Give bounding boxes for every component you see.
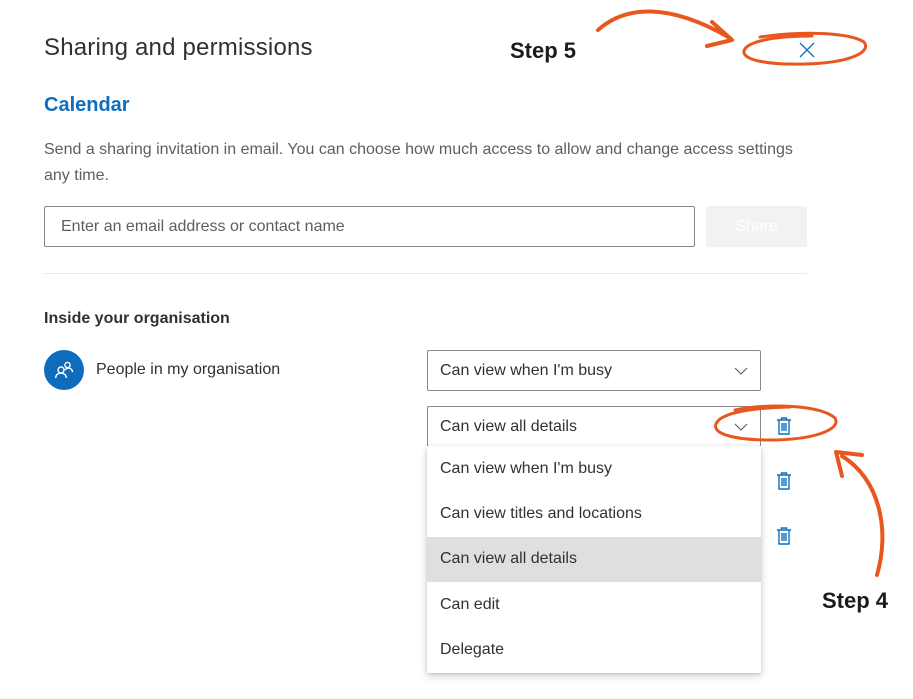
menu-item-edit[interactable]: Can edit bbox=[427, 582, 761, 627]
step4-label: Step 4 bbox=[822, 588, 889, 613]
section-title: Calendar bbox=[44, 94, 130, 116]
delete-button[interactable] bbox=[773, 470, 795, 492]
menu-item-delegate[interactable]: Delegate bbox=[427, 628, 761, 673]
permission-dropdown-open[interactable]: Can view all details bbox=[427, 406, 761, 447]
step5-arrowhead bbox=[705, 20, 734, 48]
divider bbox=[44, 273, 807, 274]
close-icon bbox=[799, 42, 815, 58]
close-button[interactable] bbox=[790, 36, 824, 64]
sharing-description: Send a sharing invitation in email. You … bbox=[44, 141, 793, 184]
step5-label: Step 5 bbox=[510, 38, 577, 63]
step4-arrow bbox=[840, 454, 885, 577]
email-input[interactable] bbox=[44, 206, 695, 247]
panel-title: Sharing and permissions bbox=[44, 34, 313, 61]
chevron-down-icon bbox=[734, 423, 748, 431]
step4-arrowhead bbox=[834, 450, 864, 478]
person-name: People in my organisation bbox=[96, 361, 281, 378]
avatar bbox=[44, 350, 84, 390]
permission-dropdown[interactable]: Can view when I'm busy bbox=[427, 350, 761, 391]
chevron-down-icon bbox=[734, 367, 748, 375]
share-button[interactable]: Share bbox=[706, 206, 807, 247]
menu-item-titles-locations[interactable]: Can view titles and locations bbox=[427, 491, 761, 536]
menu-item-busy[interactable]: Can view when I'm busy bbox=[427, 446, 761, 491]
permission-value: Can view all details bbox=[440, 417, 577, 435]
trash-icon bbox=[777, 472, 791, 490]
permission-value: Can view when I'm busy bbox=[440, 361, 613, 379]
organisation-heading: Inside your organisation bbox=[44, 310, 230, 327]
delete-button[interactable] bbox=[773, 415, 795, 437]
permission-menu: Can view when I'm busy Can view titles a… bbox=[427, 446, 761, 673]
delete-button[interactable] bbox=[773, 525, 795, 547]
step5-arrow bbox=[596, 9, 732, 40]
people-icon bbox=[54, 361, 74, 379]
menu-item-all-details[interactable]: Can view all details bbox=[427, 536, 761, 583]
trash-icon bbox=[777, 417, 791, 435]
trash-icon bbox=[777, 527, 791, 545]
